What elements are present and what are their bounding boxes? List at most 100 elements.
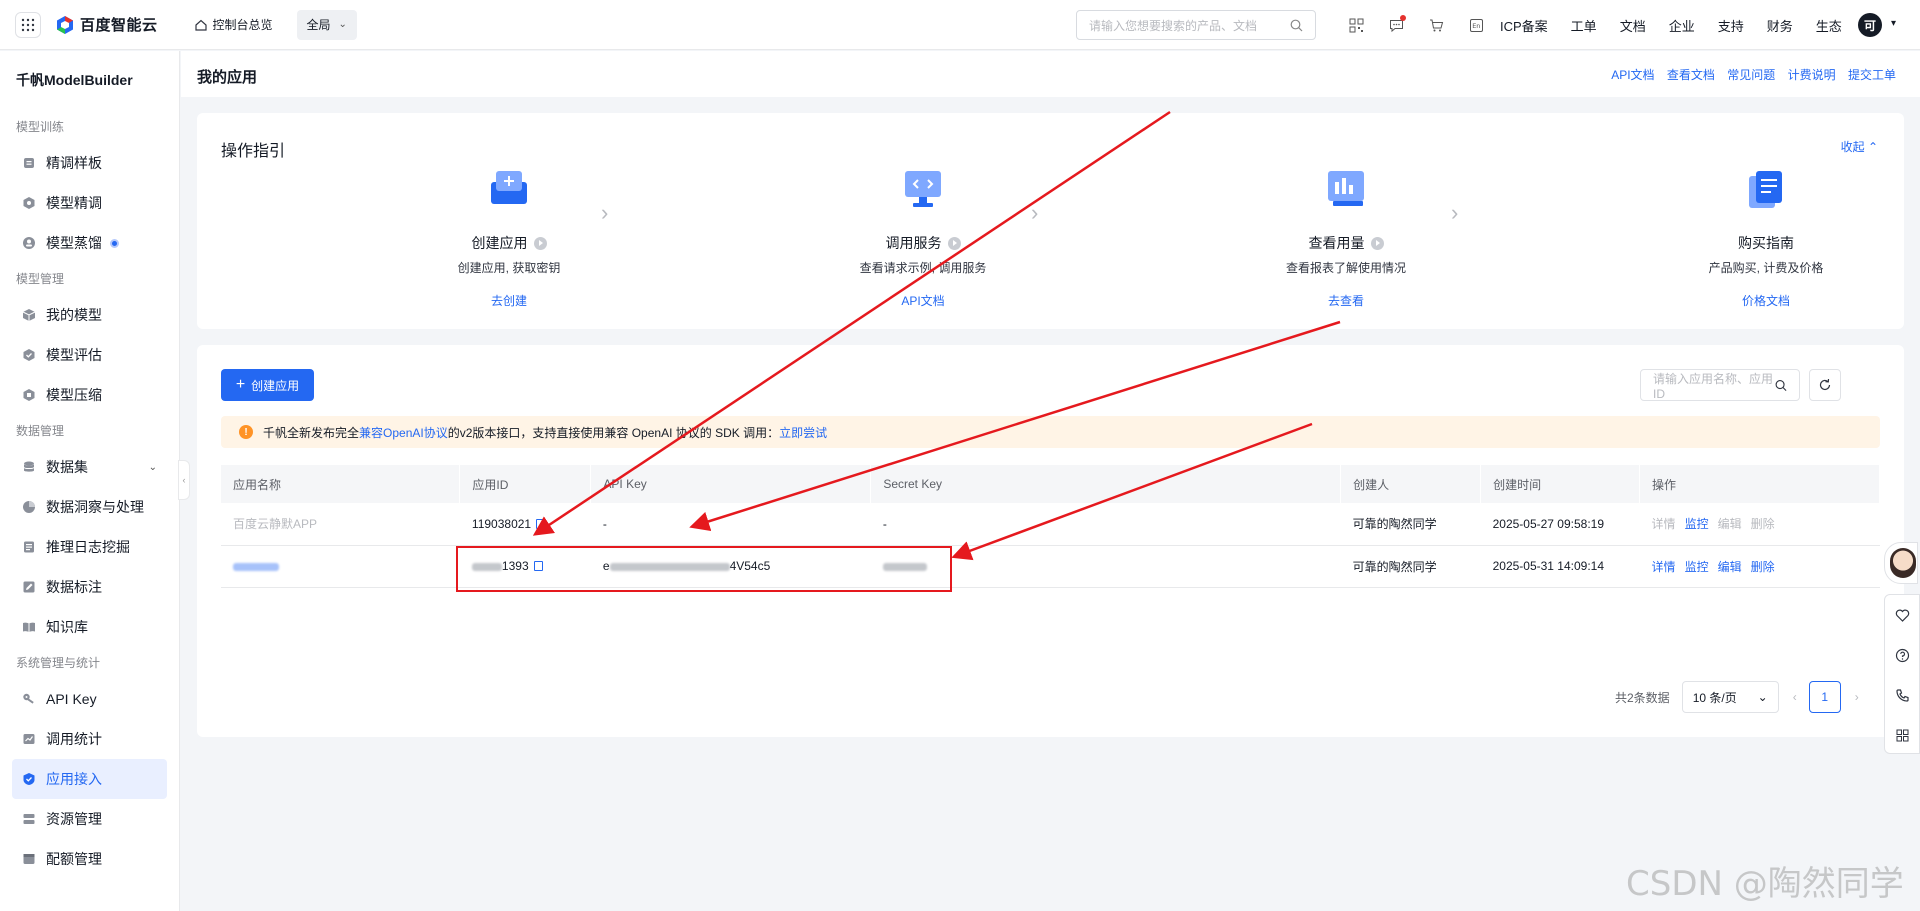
product-menu-button[interactable] xyxy=(15,11,41,38)
step-link-api-doc[interactable]: API文档 xyxy=(803,292,1043,309)
creator-cell: 可靠的陶然同学 xyxy=(1340,545,1481,588)
play-video-icon[interactable] xyxy=(947,236,961,250)
redacted-app-name[interactable] xyxy=(233,562,279,571)
sidebar-item-call-stats[interactable]: 调用统计 xyxy=(12,719,167,759)
region-selector[interactable]: 全局 ⌄ xyxy=(296,9,357,40)
sidebar-item-model-distill[interactable]: 模型蒸馏 xyxy=(12,223,167,263)
annotate-icon xyxy=(23,581,35,593)
help-button[interactable] xyxy=(1885,635,1919,675)
top-link-enterprise[interactable]: 企业 xyxy=(1669,16,1695,35)
step-link-view[interactable]: 去查看 xyxy=(1226,292,1466,309)
copy-icon[interactable] xyxy=(536,518,546,529)
user-avatar[interactable]: 可 xyxy=(1858,13,1882,37)
app-id-value: 119038021 xyxy=(471,516,532,531)
search-icon[interactable] xyxy=(1290,19,1303,32)
sidebar-item-model-compress[interactable]: 模型压缩 xyxy=(12,375,167,415)
table-row: 百度云静默APP 119038021 - - 可靠的陶然同学 2025-05-2… xyxy=(221,503,1880,546)
delete-link[interactable]: 删除 xyxy=(1751,560,1775,574)
page-header: 我的应用 API文档 查看文档 常见问题 计费说明 提交工单 xyxy=(181,51,1920,97)
next-page-icon[interactable]: › xyxy=(1855,690,1859,704)
top-link-icp[interactable]: ICP备案 xyxy=(1500,16,1548,35)
resource-icon xyxy=(23,814,35,824)
sidebar-item-label: 推理日志挖掘 xyxy=(46,539,130,555)
header-link-view-doc[interactable]: 查看文档 xyxy=(1667,68,1715,82)
notice-openai-link[interactable]: 兼容OpenAI协议 xyxy=(359,424,448,441)
guide-title: 操作指引 xyxy=(221,143,286,160)
language-button[interactable]: En xyxy=(1456,18,1496,33)
sidebar-item-inference-log[interactable]: 推理日志挖掘 xyxy=(12,527,167,567)
search-icon[interactable] xyxy=(1775,379,1787,392)
step-name-text: 购买指南 xyxy=(1738,235,1794,251)
step-link-pricing[interactable]: 价格文档 xyxy=(1646,292,1886,309)
chevron-down-icon: ⌄ xyxy=(338,19,347,30)
page-size-select[interactable]: 10 条/页 ⌄ xyxy=(1681,681,1779,713)
top-link-finance[interactable]: 财务 xyxy=(1767,16,1793,35)
sidebar-item-label: 模型蒸馏 xyxy=(46,235,102,251)
top-links: ICP备案 工单 文档 企业 支持 财务 生态 xyxy=(1500,0,1865,50)
purchase-guide-icon xyxy=(1749,171,1782,208)
guide-step-view-usage: 查看用量 查看报表了解使用情况 去查看 xyxy=(1226,168,1466,309)
console-home-link[interactable]: 控制台总览 xyxy=(194,16,273,33)
sidebar-item-model-finetune[interactable]: 模型精调 xyxy=(12,183,167,223)
qrcode-button[interactable] xyxy=(1336,18,1376,33)
step-link-create[interactable]: 去创建 xyxy=(389,292,629,309)
monitor-link[interactable]: 监控 xyxy=(1685,560,1709,574)
edit-link[interactable]: 编辑 xyxy=(1718,560,1742,574)
sidebar-item-label: 知识库 xyxy=(46,619,88,635)
create-app-button[interactable]: + 创建应用 xyxy=(221,369,314,401)
step-desc: 查看报表了解使用情况 xyxy=(1285,261,1406,275)
global-search-input[interactable]: 请输入您想要搜索的产品、文档 xyxy=(1076,10,1316,40)
prev-page-icon[interactable]: ‹ xyxy=(1793,690,1797,704)
top-link-ecosystem[interactable]: 生态 xyxy=(1816,16,1842,35)
sidebar-item-data-annotation[interactable]: 数据标注 xyxy=(12,567,167,607)
secret-key-cell: - xyxy=(870,503,1341,546)
sidebar-item-label: 精调样板 xyxy=(46,155,102,171)
sidebar-item-dataset[interactable]: 数据集 ⌄ xyxy=(12,447,167,487)
notice-try-link[interactable]: 立即尝试 xyxy=(779,424,827,441)
phone-button[interactable] xyxy=(1885,675,1919,715)
chevron-down-icon[interactable]: ⌄ xyxy=(149,462,157,473)
play-video-icon[interactable] xyxy=(1370,236,1384,250)
sidebar-item-model-evaluate[interactable]: 模型评估 xyxy=(12,335,167,375)
user-menu-chevron-icon[interactable]: ▾ xyxy=(1891,18,1896,29)
top-link-docs[interactable]: 文档 xyxy=(1620,16,1646,35)
sidebar-item-my-models[interactable]: 我的模型 xyxy=(12,295,167,335)
column-header-secret-key: Secret Key xyxy=(870,465,1342,503)
header-link-api-doc[interactable]: API文档 xyxy=(1611,68,1654,82)
csdn-watermark: CSDN @陶然同学 xyxy=(1626,864,1904,904)
page-number-button[interactable]: 1 xyxy=(1808,681,1841,713)
pagination: 共2条数据 10 条/页 ⌄ ‹ 1 › xyxy=(1615,681,1859,713)
step-name: 调用服务 xyxy=(803,233,1043,253)
sidebar-item-data-insight[interactable]: 数据洞察与处理 xyxy=(12,487,167,527)
svg-text:En: En xyxy=(1472,22,1480,30)
guide-collapse-button[interactable]: 收起 ⌃ xyxy=(1841,138,1878,155)
sidebar-item-resource-management[interactable]: 资源管理 xyxy=(12,799,167,839)
apps-button[interactable] xyxy=(1885,715,1919,755)
call-service-icon xyxy=(905,171,941,207)
assistant-avatar[interactable] xyxy=(1884,542,1918,584)
sidebar-collapse-button[interactable]: ‹ xyxy=(178,460,190,500)
app-name-cell[interactable] xyxy=(221,545,460,588)
favorite-button[interactable] xyxy=(1885,595,1919,635)
refresh-icon xyxy=(1819,378,1831,391)
brand-logo[interactable]: 百度智能云 xyxy=(55,14,158,35)
sidebar-item-quota-management[interactable]: 配额管理 xyxy=(12,839,167,879)
step-arrow-icon: › xyxy=(1451,200,1459,225)
chevron-up-icon: ⌃ xyxy=(1867,140,1878,154)
play-video-icon[interactable] xyxy=(533,236,547,250)
detail-link[interactable]: 详情 xyxy=(1652,560,1676,574)
sidebar-item-finetune-template[interactable]: 精调样板 xyxy=(12,143,167,183)
header-link-faq[interactable]: 常见问题 xyxy=(1727,68,1775,82)
refresh-button[interactable] xyxy=(1809,369,1841,401)
sidebar-item-app-access[interactable]: 应用接入 xyxy=(12,759,167,799)
top-link-ticket[interactable]: 工单 xyxy=(1571,16,1597,35)
sidebar-item-api-key[interactable]: API Key xyxy=(12,679,167,719)
monitor-link[interactable]: 监控 xyxy=(1685,517,1709,531)
cart-button[interactable] xyxy=(1416,18,1456,33)
message-button[interactable] xyxy=(1376,14,1416,33)
top-link-support[interactable]: 支持 xyxy=(1718,16,1744,35)
header-link-billing[interactable]: 计费说明 xyxy=(1788,68,1836,82)
header-link-ticket[interactable]: 提交工单 xyxy=(1848,68,1896,82)
sidebar-item-knowledge-base[interactable]: 知识库 xyxy=(12,607,167,647)
app-search-input[interactable]: 请输入应用名称、应用ID xyxy=(1640,369,1800,401)
